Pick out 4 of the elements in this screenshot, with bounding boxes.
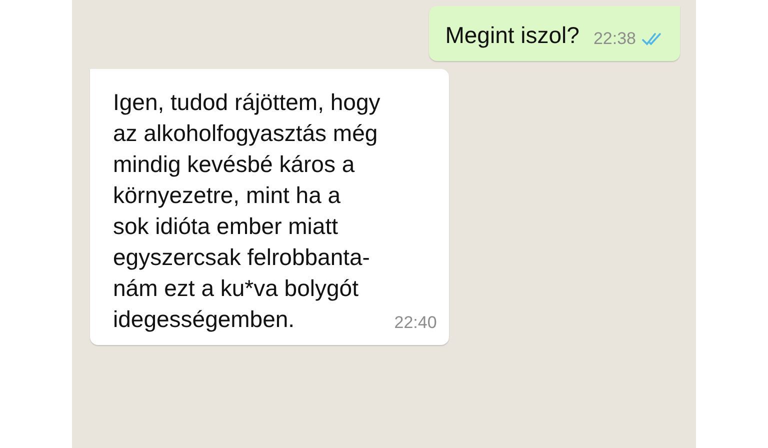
message-text: Igen, tudod rájöttem, hogy az alkoholfogyasztás még mindig kevésbé káros a környezetre, mint ha a sok idióta ember miatt egyszercsak felrobbanta- nám ezt a ku*va bolygót idegességemben.	[113, 88, 380, 334]
message-time: 22:38	[593, 29, 636, 49]
message-time: 22:40	[394, 313, 437, 333]
message-text: Megint iszol?	[445, 21, 580, 50]
